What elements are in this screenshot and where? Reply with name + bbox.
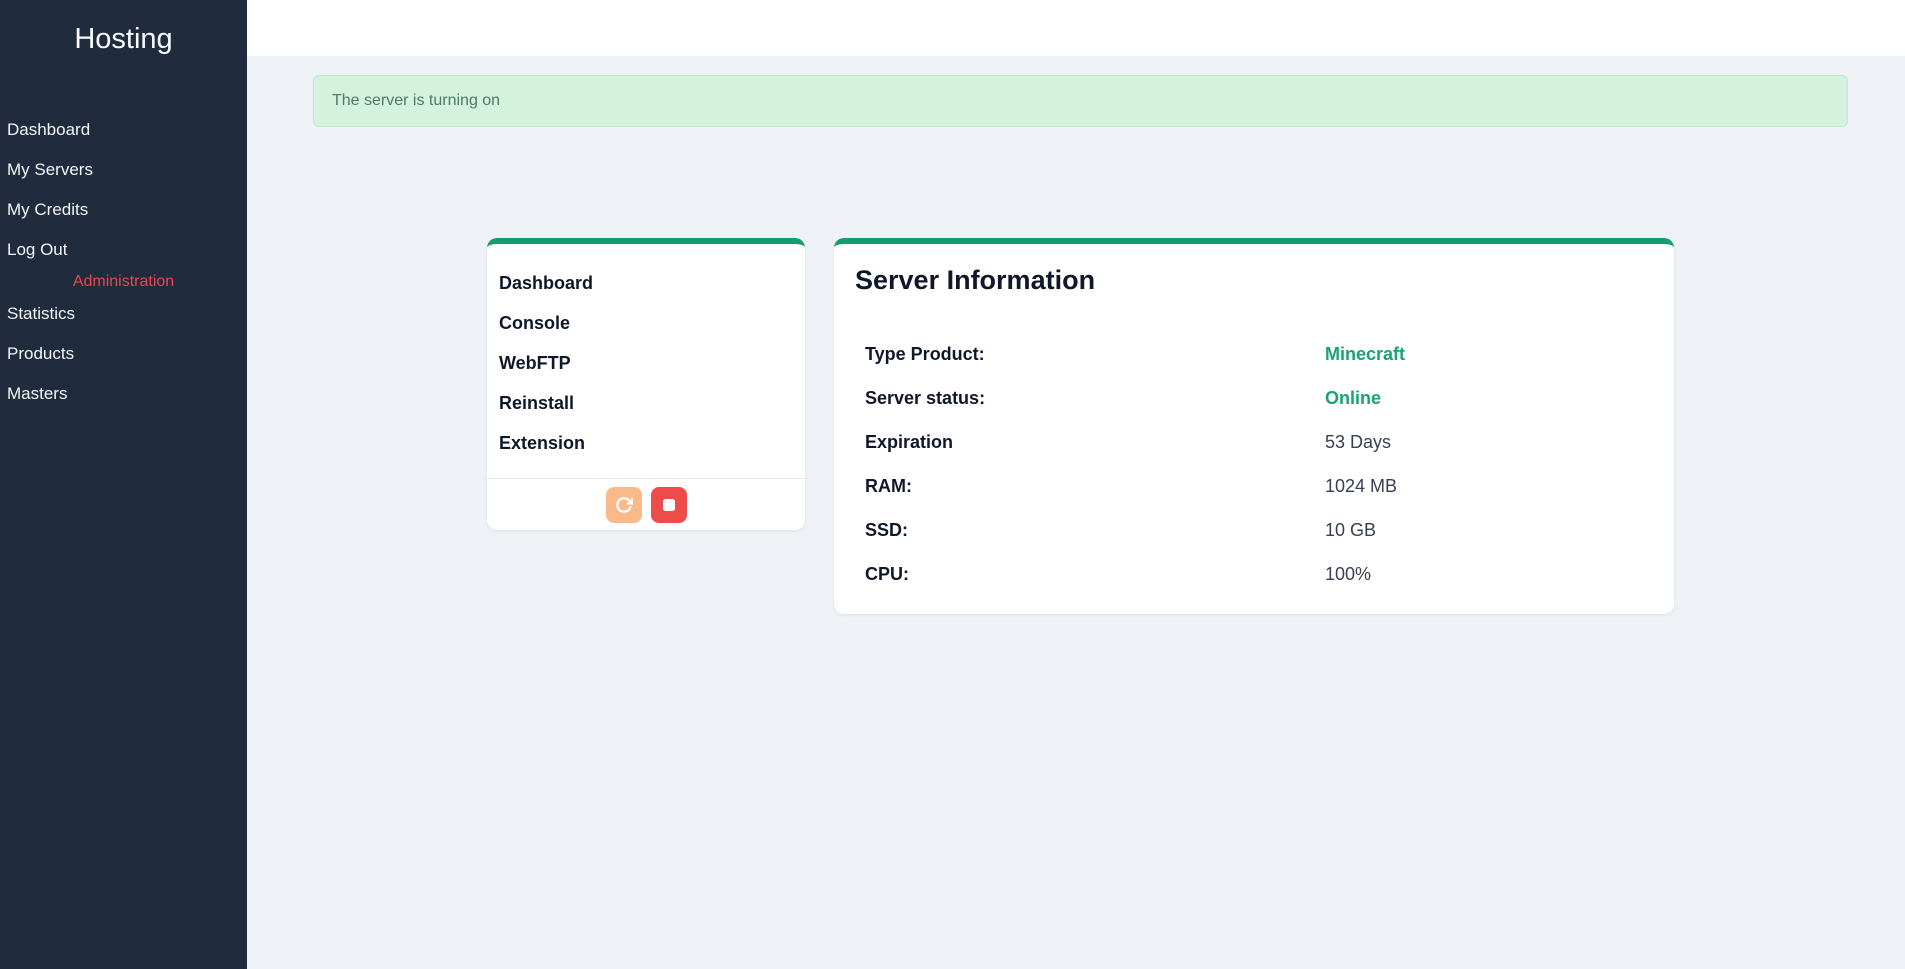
app-title: Hosting xyxy=(74,23,173,55)
table-row: Server status: Online xyxy=(834,376,1674,420)
server-nav-dashboard[interactable]: Dashboard xyxy=(499,263,805,303)
server-nav-list: Dashboard Console WebFTP Reinstall Exten… xyxy=(487,244,805,478)
sidebar-admin-section-label: Administration xyxy=(72,273,175,290)
sidebar-item-my-servers[interactable]: My Servers xyxy=(0,150,247,190)
sidebar: Hosting Dashboard My Servers My Credits … xyxy=(0,0,247,969)
server-nav-reinstall[interactable]: Reinstall xyxy=(499,383,805,423)
refresh-icon xyxy=(615,496,633,514)
server-nav-extension[interactable]: Extension xyxy=(499,423,805,463)
table-row: RAM: 1024 MB xyxy=(834,464,1674,508)
server-controls xyxy=(487,478,805,530)
sidebar-item-dashboard[interactable]: Dashboard xyxy=(0,110,247,150)
server-info-title: Server Information xyxy=(855,265,1096,295)
table-row: Type Product: Minecraft xyxy=(834,332,1674,376)
sidebar-item-my-credits[interactable]: My Credits xyxy=(0,190,247,230)
sidebar-item-statistics[interactable]: Statistics xyxy=(0,294,247,334)
server-status-alert: The server is turning on xyxy=(313,75,1848,127)
table-row: SSD: 10 GB xyxy=(834,508,1674,552)
table-row: CPU: 100% xyxy=(834,552,1674,596)
restart-server-button[interactable] xyxy=(605,486,642,523)
row-value-server-status: Online xyxy=(1325,387,1382,408)
top-bar xyxy=(247,0,1905,56)
row-label-ram: RAM: xyxy=(865,475,912,496)
row-value-ram: 1024 MB xyxy=(1325,475,1398,496)
server-nav-console[interactable]: Console xyxy=(499,303,805,343)
sidebar-item-masters[interactable]: Masters xyxy=(0,374,247,414)
sidebar-nav: Dashboard My Servers My Credits Log Out … xyxy=(0,110,247,414)
stop-icon xyxy=(662,498,676,512)
row-label-expiration: Expiration xyxy=(865,431,954,452)
row-label-type-product: Type Product: xyxy=(865,343,985,364)
sidebar-item-products[interactable]: Products xyxy=(0,334,247,374)
server-nav-webftp[interactable]: WebFTP xyxy=(499,343,805,383)
row-label-ssd: SSD: xyxy=(865,519,909,540)
row-value-ssd: 10 GB xyxy=(1325,519,1377,540)
row-label-cpu: CPU: xyxy=(865,563,909,584)
row-value-type-product: Minecraft xyxy=(1325,343,1406,364)
server-info-card: Server Information Type Product: Minecra… xyxy=(834,238,1674,614)
server-nav-card: Dashboard Console WebFTP Reinstall Exten… xyxy=(487,238,805,530)
sidebar-item-log-out[interactable]: Log Out xyxy=(0,230,247,270)
server-info-rows: Type Product: Minecraft Server status: O… xyxy=(834,332,1674,596)
row-value-expiration: 53 Days xyxy=(1325,431,1392,452)
table-row: Expiration 53 Days xyxy=(834,420,1674,464)
alert-message: The server is turning on xyxy=(332,92,501,109)
row-label-server-status: Server status: xyxy=(865,387,986,408)
stop-server-button[interactable] xyxy=(650,486,687,523)
row-value-cpu: 100% xyxy=(1325,563,1372,584)
